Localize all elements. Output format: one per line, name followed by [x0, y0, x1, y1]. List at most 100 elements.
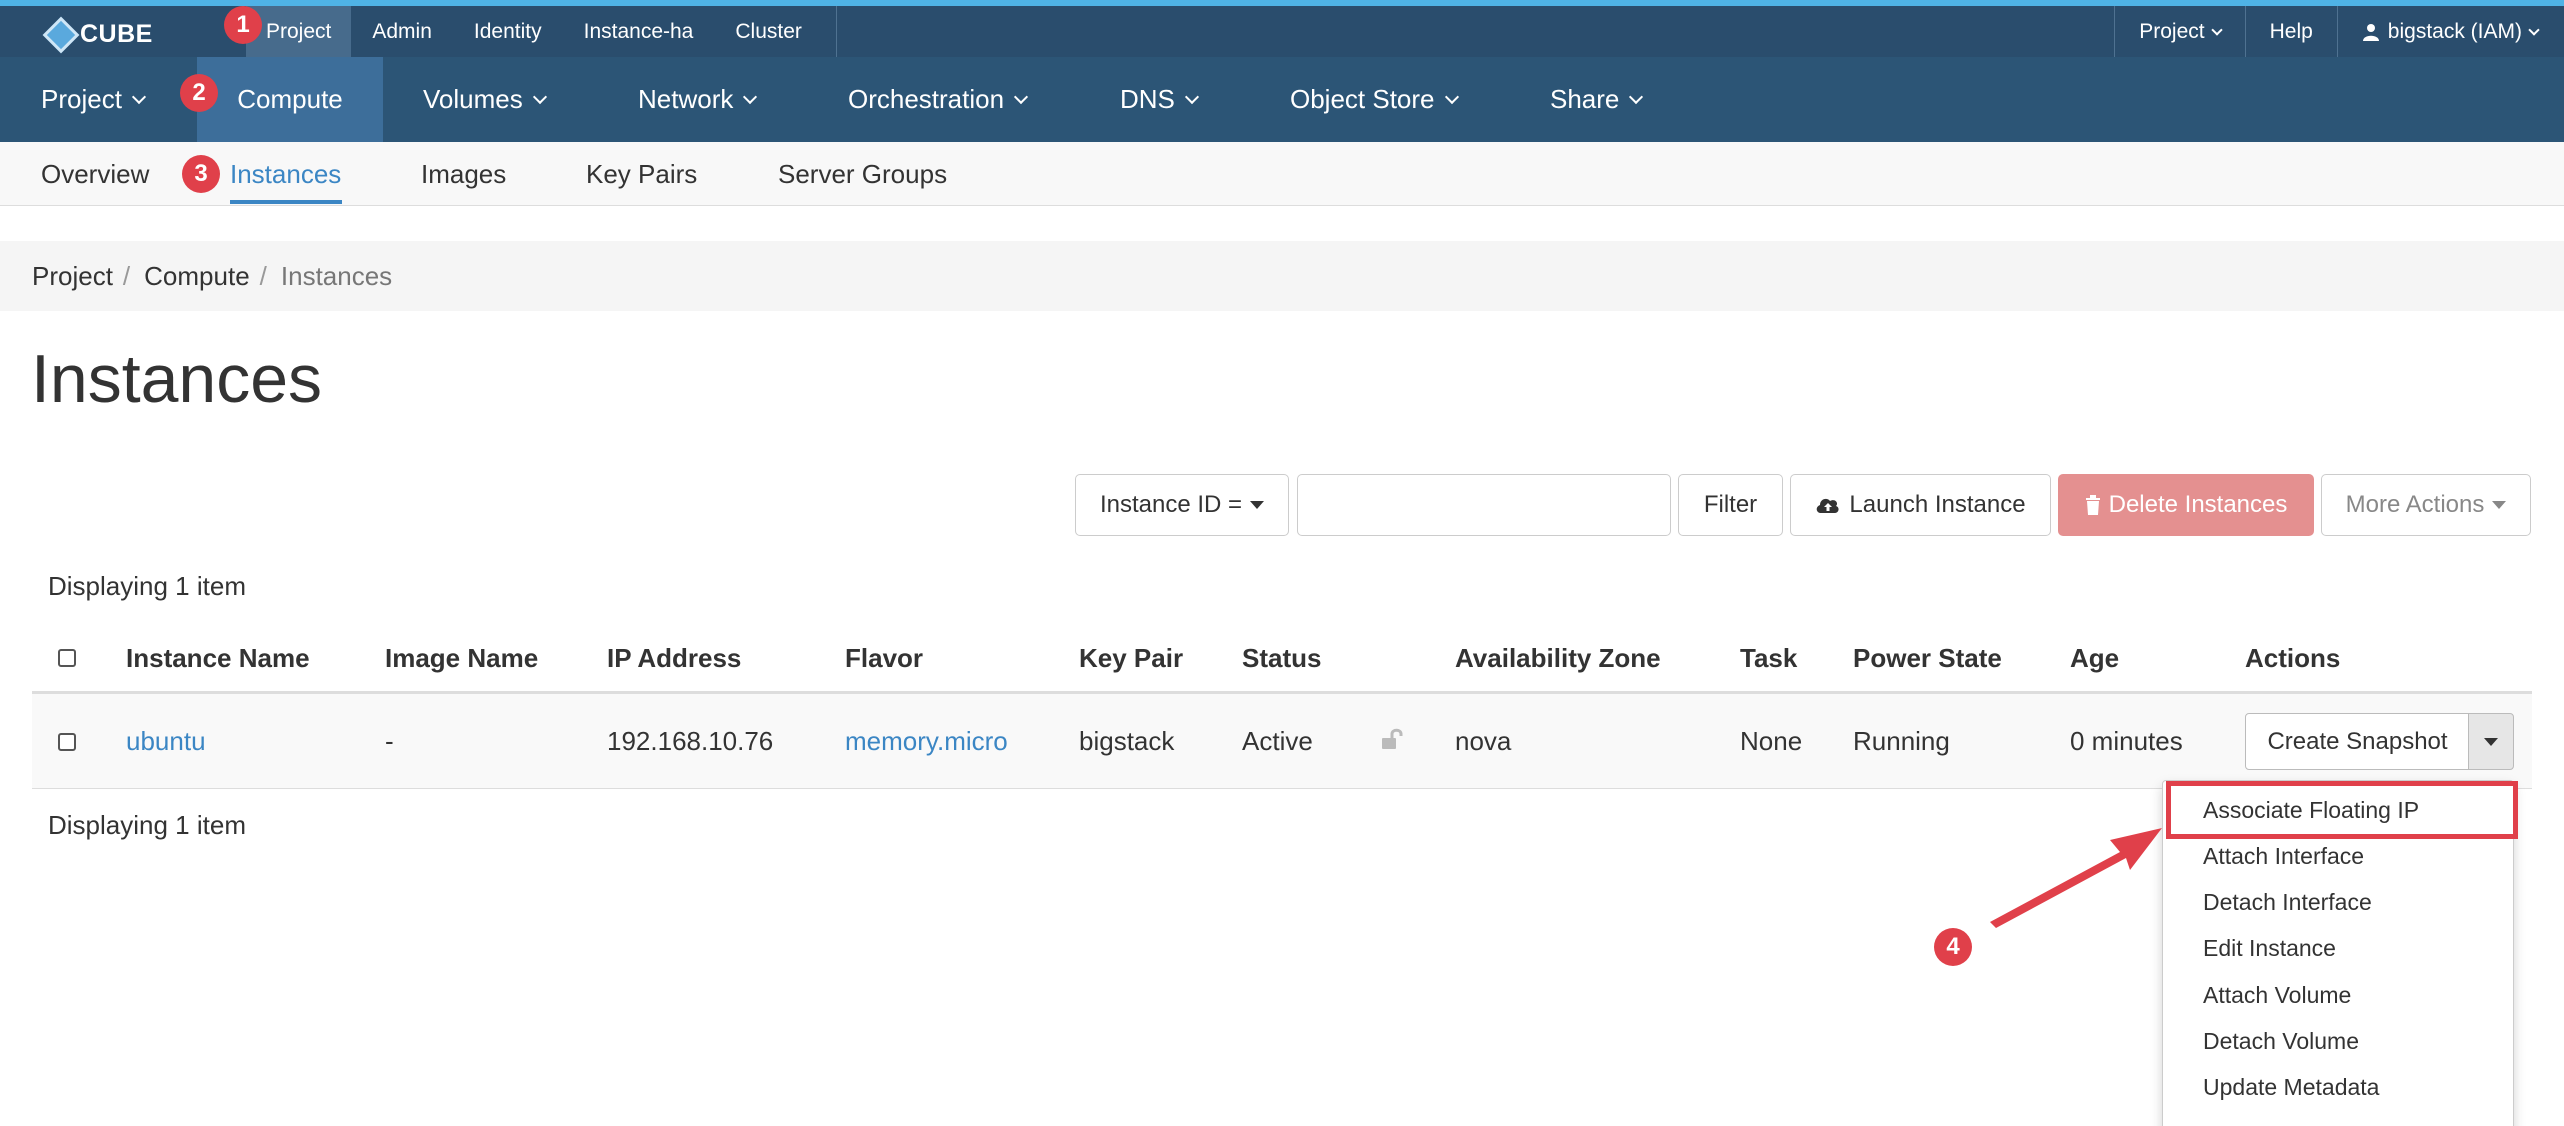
- topnav-instance-ha[interactable]: Instance-ha: [563, 6, 715, 57]
- filter-button[interactable]: Filter: [1678, 474, 1783, 536]
- mainnav-dns-label: DNS: [1120, 84, 1175, 114]
- launch-instance-button[interactable]: Launch Instance: [1790, 474, 2051, 536]
- mainnav-network[interactable]: Network: [638, 57, 758, 142]
- active-tab-underline: [230, 200, 342, 204]
- breadcrumb-separator: /: [259, 260, 267, 291]
- chevron-down-icon: [2210, 23, 2223, 36]
- user-icon: [2362, 23, 2379, 41]
- power-state-cell: Running: [1853, 726, 1950, 756]
- user-menu-label: bigstack (IAM): [2387, 19, 2522, 43]
- mainnav-project[interactable]: Project: [41, 57, 146, 142]
- availability-zone-cell: nova: [1455, 726, 1512, 756]
- column-key-pair[interactable]: Key Pair: [1079, 622, 1183, 694]
- menu-item-attach-interface[interactable]: Attach Interface: [2203, 843, 2364, 870]
- tab-key-pairs[interactable]: Key Pairs: [586, 142, 697, 206]
- mainnav-project-label: Project: [41, 84, 122, 114]
- tab-overview[interactable]: Overview: [41, 142, 149, 206]
- topnav-divider: [836, 6, 837, 57]
- mainnav-share[interactable]: Share: [1550, 57, 1644, 142]
- sub-nav: Overview Instances Images Key Pairs Serv…: [0, 142, 2564, 206]
- column-status[interactable]: Status: [1242, 622, 1321, 694]
- breadcrumb: Project / Compute / Instances: [0, 241, 2564, 311]
- annotation-arrow-icon: [1990, 828, 2162, 928]
- menu-item-detach-volume[interactable]: Detach Volume: [2203, 1028, 2359, 1055]
- more-actions-label: More Actions: [2345, 491, 2485, 518]
- mainnav-object-store[interactable]: Object Store: [1290, 57, 1459, 142]
- mainnav-orchestration-label: Orchestration: [848, 84, 1005, 114]
- table-header: Instance Name Image Name IP Address Flav…: [32, 622, 2532, 694]
- column-flavor[interactable]: Flavor: [845, 622, 923, 694]
- column-actions: Actions: [2245, 642, 2341, 673]
- mainnav-orchestration[interactable]: Orchestration: [848, 57, 1029, 142]
- annotation-badge: 2: [180, 74, 218, 112]
- top-right-menu: Project Help bigstack (IAM): [2114, 6, 2564, 57]
- age-cell: 0 minutes: [2070, 726, 2183, 756]
- logo[interactable]: CUBE: [42, 12, 153, 57]
- filter-input[interactable]: [1297, 474, 1671, 536]
- menu-item-update-metadata[interactable]: Update Metadata: [2203, 1074, 2379, 1101]
- user-menu[interactable]: bigstack (IAM): [2336, 6, 2564, 57]
- mainnav-volumes[interactable]: Volumes: [423, 57, 547, 142]
- column-age[interactable]: Age: [2070, 622, 2119, 694]
- column-task[interactable]: Task: [1740, 622, 1797, 694]
- mainnav-dns[interactable]: DNS: [1120, 57, 1199, 142]
- row-checkbox[interactable]: [58, 732, 76, 751]
- menu-item-edit-instance[interactable]: Edit Instance: [2203, 935, 2336, 962]
- chevron-down-icon: [1014, 89, 1029, 104]
- chevron-down-icon: [131, 89, 146, 104]
- topnav-cluster[interactable]: Cluster: [714, 6, 823, 57]
- cube-logo-icon: [42, 16, 80, 53]
- tab-server-groups[interactable]: Server Groups: [778, 142, 947, 206]
- topnav-project[interactable]: Project: [246, 6, 352, 57]
- key-pair-cell: bigstack: [1079, 726, 1175, 756]
- annotation-badge: 3: [182, 155, 220, 193]
- column-instance-name[interactable]: Instance Name: [126, 622, 310, 694]
- column-image-name[interactable]: Image Name: [385, 622, 538, 694]
- cloud-upload-icon: [1817, 498, 1839, 513]
- column-power-state[interactable]: Power State: [1853, 622, 2002, 694]
- tab-instances[interactable]: Instances: [230, 142, 341, 206]
- display-count-top: Displaying 1 item: [48, 571, 246, 601]
- instance-name-link[interactable]: ubuntu: [126, 694, 206, 789]
- chevron-down-icon: [1629, 89, 1644, 104]
- caret-down-icon: [2492, 501, 2507, 509]
- menu-item-detach-interface[interactable]: Detach Interface: [2203, 889, 2372, 916]
- breadcrumb-project[interactable]: Project: [32, 261, 113, 292]
- mainnav-volumes-label: Volumes: [423, 84, 523, 114]
- delete-instances-label: Delete Instances: [2108, 491, 2288, 518]
- filter-field-select[interactable]: Instance ID =: [1075, 474, 1289, 536]
- breadcrumb-separator: /: [122, 260, 131, 291]
- table-row: ubuntu - 192.168.10.76 memory.micro bigs…: [32, 694, 2532, 789]
- mainnav-compute-label: Compute: [237, 84, 343, 114]
- mainnav-compute[interactable]: Compute: [197, 57, 383, 142]
- breadcrumb-compute[interactable]: Compute: [144, 261, 250, 292]
- highlight-box: [2166, 781, 2518, 839]
- topnav-admin[interactable]: Admin: [351, 6, 453, 57]
- menu-item-attach-volume[interactable]: Attach Volume: [2203, 982, 2351, 1009]
- unlock-icon: [1382, 728, 1403, 749]
- mainnav-share-label: Share: [1550, 84, 1620, 114]
- delete-instances-button[interactable]: Delete Instances: [2058, 474, 2314, 536]
- column-availability-zone[interactable]: Availability Zone: [1455, 622, 1661, 694]
- project-switcher-label: Project: [2139, 19, 2205, 43]
- flavor-link[interactable]: memory.micro: [845, 694, 1008, 789]
- more-actions-button[interactable]: More Actions: [2321, 474, 2531, 536]
- chevron-down-icon: [1444, 89, 1459, 104]
- help-link[interactable]: Help: [2244, 6, 2337, 57]
- top-bar: CUBE Project Admin Identity Instance-ha …: [0, 0, 2564, 57]
- page-title: Instances: [31, 341, 323, 417]
- select-all-checkbox[interactable]: [58, 649, 76, 667]
- column-ip-address[interactable]: IP Address: [607, 622, 741, 694]
- top-nav: Project Admin Identity Instance-ha Clust…: [246, 6, 823, 57]
- annotation-badge: 1: [224, 6, 262, 44]
- ip-address-cell: 192.168.10.76: [607, 726, 774, 756]
- status-cell: Active: [1242, 726, 1313, 756]
- create-snapshot-button[interactable]: Create Snapshot: [2245, 713, 2470, 770]
- display-count-bottom: Displaying 1 item: [48, 810, 246, 840]
- caret-down-icon: [2484, 737, 2498, 746]
- topnav-identity[interactable]: Identity: [453, 6, 563, 57]
- tab-images[interactable]: Images: [421, 142, 506, 206]
- project-switcher[interactable]: Project: [2114, 6, 2244, 57]
- row-actions-toggle[interactable]: [2468, 713, 2514, 770]
- annotation-badge: 4: [1934, 928, 1972, 966]
